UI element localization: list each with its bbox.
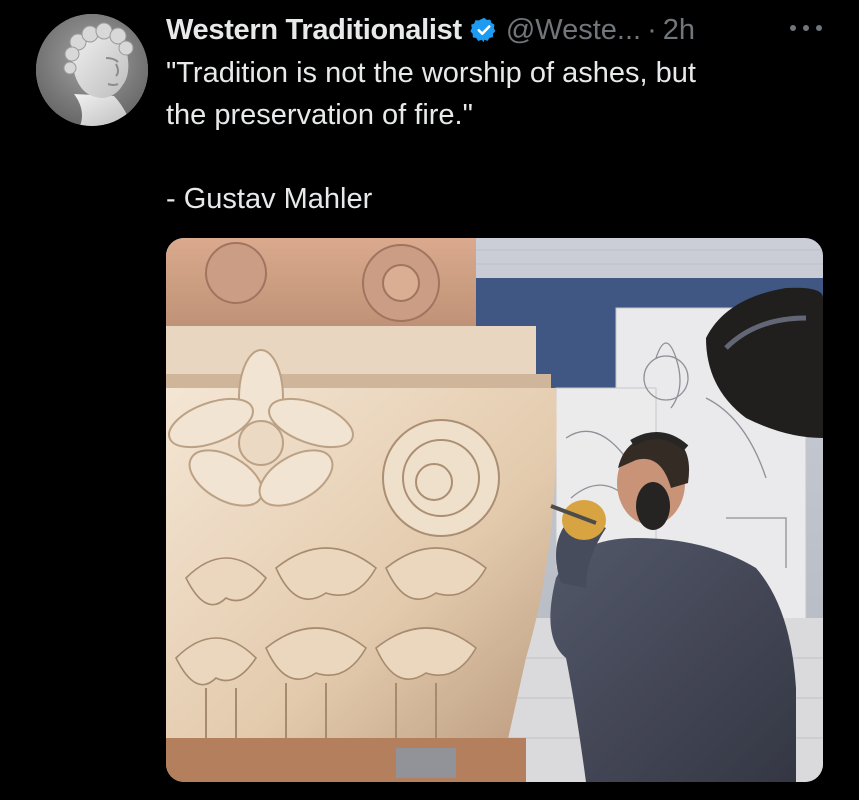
profile-avatar-statue-icon (36, 14, 148, 126)
tweet-header: Western Traditionalist @Weste... · 2h (166, 10, 695, 50)
separator-dot: · (647, 13, 657, 46)
more-dot (803, 25, 809, 31)
tweet-text-line: - Gustav Mahler (166, 183, 373, 215)
verified-badge-icon (470, 16, 498, 44)
timestamp[interactable]: 2h (663, 14, 695, 47)
more-dot (816, 25, 822, 31)
avatar[interactable] (36, 14, 148, 126)
user-handle[interactable]: @Weste... (506, 14, 641, 47)
display-name[interactable]: Western Traditionalist (166, 14, 462, 47)
tweet-media-photo[interactable] (166, 238, 823, 782)
tweet-text-line: "Tradition is not the worship of ashes, … (166, 57, 696, 89)
stone-carver-photo-icon (166, 238, 823, 782)
more-options-icon[interactable] (790, 18, 822, 38)
tweet-text-line: the preservation of fire." (166, 99, 473, 131)
tweet-text: "Tradition is not the worship of ashes, … (166, 52, 816, 220)
more-dot (790, 25, 796, 31)
tweet-card[interactable]: Western Traditionalist @Weste... · 2h "T… (0, 0, 859, 800)
